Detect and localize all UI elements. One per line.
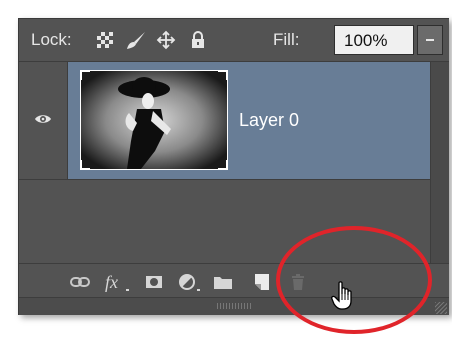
highlight-circle <box>276 226 432 334</box>
layer-row[interactable]: Layer 0 <box>19 62 449 180</box>
thumbnail-corner <box>218 160 228 170</box>
lock-position-icon[interactable] <box>156 30 176 50</box>
layer-mask-icon[interactable] <box>143 271 165 293</box>
layer-name[interactable]: Layer 0 <box>239 110 299 131</box>
resize-corner-icon[interactable] <box>435 302 447 314</box>
layer-thumbnail-image <box>81 71 227 169</box>
fill-dropdown-button[interactable] <box>417 25 443 55</box>
thumbnail-corner <box>80 160 90 170</box>
lock-transparent-pixels-icon[interactable] <box>95 30 115 50</box>
layer-thumbnail[interactable] <box>80 70 228 170</box>
thumbnail-corner <box>218 70 228 80</box>
fx-label: fx <box>105 272 118 292</box>
fx-icon[interactable]: fx <box>104 271 134 293</box>
fill-label: Fill: <box>273 30 300 49</box>
lock-all-icon[interactable] <box>189 30 209 50</box>
chevron-down-icon <box>426 39 434 41</box>
panel-resize-grip[interactable] <box>217 303 251 309</box>
new-layer-icon[interactable] <box>251 271 273 293</box>
link-layers-icon[interactable] <box>69 271 91 293</box>
lock-label: Lock: <box>31 30 72 49</box>
lock-image-pixels-icon[interactable] <box>125 30 145 50</box>
hand-cursor-icon <box>331 281 352 310</box>
fill-value: 100% <box>344 31 388 50</box>
layers-scrollbar[interactable] <box>430 62 449 263</box>
new-group-icon[interactable] <box>212 271 234 293</box>
visibility-toggle[interactable] <box>19 62 68 179</box>
lock-bar: Lock: Fill: 100% <box>19 19 449 62</box>
fill-input[interactable]: 100% <box>334 25 414 55</box>
thumbnail-corner <box>80 70 90 80</box>
eye-icon <box>35 115 51 123</box>
adjustment-layer-icon[interactable] <box>176 271 204 293</box>
